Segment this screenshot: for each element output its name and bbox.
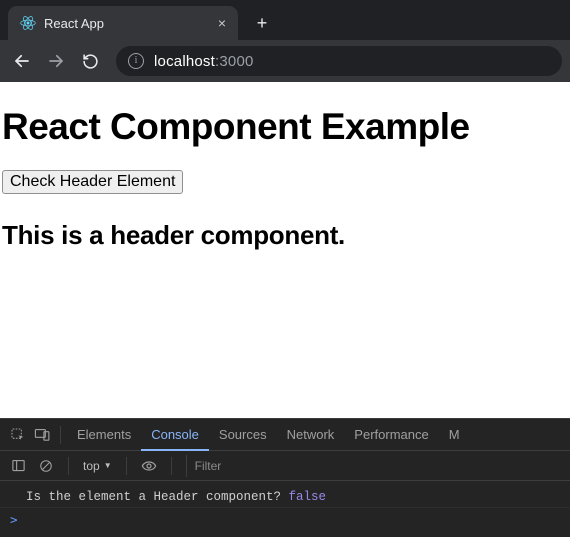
page-heading: React Component Example [2, 106, 568, 148]
live-expression-icon[interactable] [137, 454, 161, 478]
console-toolbar: top ▼ [0, 451, 570, 481]
close-tab-icon[interactable]: × [218, 16, 226, 30]
forward-button[interactable] [42, 47, 70, 75]
separator [60, 426, 61, 444]
tab-network[interactable]: Network [277, 419, 345, 451]
browser-tab[interactable]: React App × [8, 6, 238, 40]
reload-button[interactable] [76, 47, 104, 75]
console-boolean-value: false [289, 490, 327, 504]
console-filter [186, 455, 564, 477]
devtools-panel: Elements Console Sources Network Perform… [0, 418, 570, 537]
back-button[interactable] [8, 47, 36, 75]
separator [171, 457, 172, 475]
tab-more-truncated[interactable]: M [439, 419, 470, 451]
tab-strip: React App × + [0, 0, 570, 40]
device-toolbar-icon[interactable] [30, 423, 54, 447]
check-header-button[interactable]: Check Header Element [2, 170, 183, 194]
inspect-element-icon[interactable] [6, 423, 30, 447]
address-bar[interactable]: i localhost:3000 [116, 46, 562, 76]
chevron-down-icon: ▼ [104, 461, 112, 470]
separator [68, 457, 69, 475]
console-prompt[interactable]: > [0, 508, 570, 531]
new-tab-button[interactable]: + [248, 9, 276, 37]
toggle-sidebar-icon[interactable] [6, 454, 30, 478]
console-output: Is the element a Header component? false… [0, 481, 570, 537]
clear-console-icon[interactable] [34, 454, 58, 478]
console-log-line: Is the element a Header component? false [0, 487, 570, 508]
react-favicon-icon [20, 15, 36, 31]
console-filter-input[interactable] [186, 455, 564, 477]
site-info-icon[interactable]: i [128, 53, 144, 69]
header-component-text: This is a header component. [2, 220, 568, 251]
tab-elements[interactable]: Elements [67, 419, 141, 451]
tab-title: React App [44, 16, 210, 31]
url-text: localhost:3000 [154, 53, 254, 70]
devtools-tabbar: Elements Console Sources Network Perform… [0, 419, 570, 451]
page-viewport: React Component Example Check Header Ele… [0, 106, 570, 418]
tab-console[interactable]: Console [141, 419, 209, 451]
tab-sources[interactable]: Sources [209, 419, 277, 451]
execution-context-selector[interactable]: top ▼ [79, 459, 116, 473]
tab-performance[interactable]: Performance [344, 419, 438, 451]
separator [126, 457, 127, 475]
browser-toolbar: i localhost:3000 [0, 40, 570, 82]
